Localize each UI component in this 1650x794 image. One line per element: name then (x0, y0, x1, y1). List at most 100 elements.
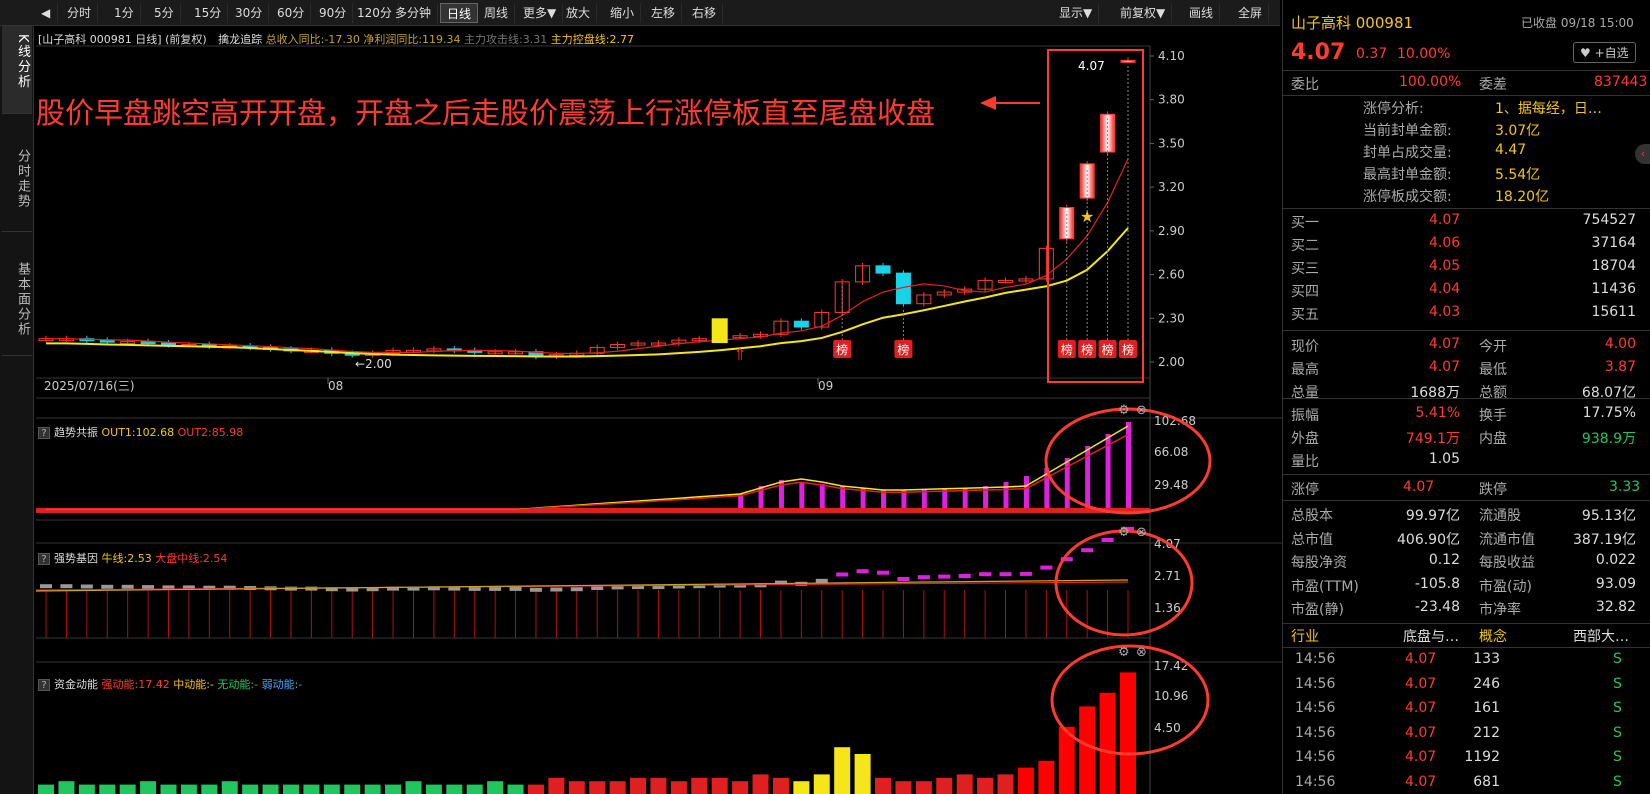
stat-label: 每股收益 (1479, 555, 1535, 571)
quote-title: 山子高科 000981 (1291, 14, 1414, 32)
bid-volume: 18704 (1591, 258, 1636, 274)
quote-price: 4.07 (1291, 40, 1346, 65)
panel3-bar (977, 777, 994, 794)
candle-body (140, 341, 156, 345)
panel3-bar (834, 747, 851, 794)
panel3-bar (1099, 692, 1116, 794)
bid-volume: 15611 (1591, 304, 1636, 320)
panel3-bar (854, 754, 871, 794)
panel2-mark (101, 584, 114, 589)
stat-value: 0.12 (1428, 552, 1460, 568)
limit-info-value: 4.47 (1495, 142, 1527, 158)
bid-price: 4.03 (1429, 304, 1461, 320)
stat-value: 95.13亿 (1581, 508, 1636, 524)
panel2-mark (979, 572, 992, 577)
panel3-bar (364, 784, 381, 794)
limit-info-label: 当前封单金额: (1363, 123, 1452, 139)
bid-volume: 11436 (1591, 281, 1636, 297)
panel3-bar (446, 784, 463, 794)
limit-up-value: 4.07 (1403, 479, 1435, 495)
panel3-bar (589, 781, 606, 794)
stat-value: 749.1万 (1405, 431, 1460, 447)
stat-label: 流通市值 (1479, 531, 1535, 548)
limit-info-label: 涨停板成交额: (1363, 189, 1452, 205)
industry-value[interactable]: 底盘与… (1403, 626, 1459, 646)
stat-value: 4.00 (1604, 336, 1636, 352)
panel3-bar (466, 784, 483, 794)
gear-icon: ⚙ (1118, 645, 1130, 660)
close-icon: ⊗ (1136, 645, 1147, 660)
highlight-candle (711, 318, 728, 344)
panel3-bar (323, 784, 340, 794)
panel3-bar (160, 784, 177, 794)
panel3-bar (650, 777, 667, 794)
stat-label: 最高 (1291, 362, 1319, 378)
panel3-bar (956, 774, 973, 794)
help-icon[interactable]: ? (38, 427, 50, 439)
panel2-dapan: 大盘中线:2.54 (155, 552, 228, 565)
panel3-bar (895, 781, 912, 794)
panel3-header: ? 资金动能 强动能:17.42 中动能:- 无动能:- 弱动能:- (38, 676, 302, 692)
panel3-bar (282, 784, 299, 794)
stat-label: 现价 (1291, 339, 1319, 355)
panel1-out2: OUT2:85.98 (177, 426, 244, 439)
panel2-mark (999, 572, 1012, 577)
tick-volume: 212 (1473, 724, 1500, 741)
expand-arrow-icon[interactable]: ‹ (1635, 144, 1650, 164)
panel3-name: 资金动能 (54, 678, 98, 691)
limit-up-label: 涨停 (1291, 482, 1319, 498)
candle-body (1120, 59, 1136, 63)
bid-price: 4.06 (1429, 235, 1461, 251)
stat-label: 量比 (1291, 454, 1319, 470)
panel3-bar (344, 784, 361, 794)
panel2-niu: 牛线:2.53 (101, 552, 152, 565)
stat-label: 振幅 (1291, 408, 1319, 424)
rocket-icon: ⇑ (733, 345, 746, 364)
industry-label: 行业 (1291, 629, 1319, 645)
panel3-bar (221, 781, 238, 794)
gear-icon: ⚙ (1118, 525, 1130, 540)
panel2-mark (40, 584, 52, 589)
stat-value: 93.09 (1595, 575, 1636, 592)
add-favorite-button[interactable]: ♥ +自选 (1573, 42, 1636, 63)
panel3-strong: 强动能:17.42 (101, 678, 170, 691)
tick-price: 4.07 (1405, 700, 1437, 716)
panel2-mark (509, 586, 522, 591)
price-tick-label: 3.50 (1158, 136, 1185, 150)
limit-info-label: 封单占成交量: (1363, 145, 1452, 161)
limit-info-value: 18.20亿 (1495, 189, 1550, 205)
stat-value: 17.75% (1582, 405, 1636, 421)
panel2-mark (897, 577, 910, 581)
ma-line-red (46, 158, 1129, 355)
panel1-header: ? 趋势共振 OUT1:102.68 OUT2:85.98 (38, 424, 243, 440)
help-icon[interactable]: ? (38, 553, 50, 565)
stat-value: 68.07亿 (1581, 385, 1636, 401)
panel3-bar (793, 781, 810, 794)
tick-time: 14:56 (1295, 675, 1336, 692)
panel1-axis-label: 66.08 (1154, 445, 1188, 459)
concept-value[interactable]: 西部大… (1573, 626, 1629, 646)
panel3-mid: 中动能:- (173, 678, 214, 691)
panel2-mark (856, 569, 869, 574)
bang-badge-text: 榜 (836, 342, 848, 357)
weibi-label: 委比 (1291, 77, 1319, 93)
panel3-bar (119, 784, 136, 794)
panel2-mark (1101, 538, 1114, 542)
panel2-axis-label: 1.36 (1154, 601, 1181, 615)
stat-label: 每股净资 (1291, 555, 1347, 571)
panel3-bar (38, 784, 54, 794)
bid-price: 4.04 (1429, 281, 1461, 297)
panel3-weak: 弱动能:- (261, 678, 303, 691)
tick-volume: 1192 (1464, 749, 1500, 765)
stat-label: 今开 (1479, 339, 1507, 355)
help-icon[interactable]: ? (38, 679, 50, 691)
price-tick-label: 3.20 (1158, 180, 1185, 194)
panel2-mark (468, 586, 481, 591)
star-icon: ★ (1080, 207, 1094, 226)
stat-value: 5.41% (1415, 405, 1460, 421)
panel1-bar (819, 484, 825, 512)
panel3-none: 无动能:- (217, 678, 259, 691)
add-favorite-label: +自选 (1594, 46, 1629, 60)
stat-value: 0.022 (1595, 552, 1636, 568)
panel3-bar (568, 781, 585, 794)
